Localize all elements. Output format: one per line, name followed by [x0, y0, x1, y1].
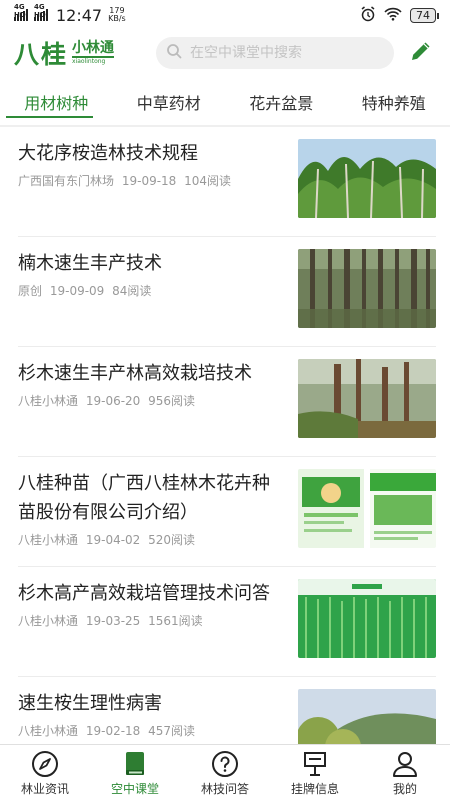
app-header: 八桂 小林通 xiaolintong [0, 30, 450, 76]
question-icon [210, 750, 240, 778]
article-item[interactable]: 楠木速生丰产技术 原创 19-09-09 84阅读 [18, 237, 436, 347]
nav-my-profile[interactable]: 我的 [360, 745, 450, 800]
signboard-icon [300, 750, 330, 778]
app-logo: 八桂 小林通 xiaolintong [14, 35, 154, 71]
article-source: 原创 [18, 284, 43, 298]
article-date: 19-06-20 [85, 394, 141, 408]
article-source: 八桂小林通 [18, 394, 79, 408]
article-date: 19-02-18 [85, 724, 141, 738]
article-thumbnail [298, 359, 436, 438]
article-date: 19-09-18 [121, 174, 177, 188]
article-meta: 八桂小林通 19-06-20 956阅读 [18, 392, 286, 409]
article-item[interactable]: 八桂种苗（广西八桂林木花卉种苗股份有限公司介绍） 八桂小林通 19-04-02 … [18, 457, 436, 567]
search-icon [166, 43, 182, 63]
wifi-icon [384, 7, 402, 24]
nav-label: 林技问答 [200, 782, 249, 796]
tab-timber-species[interactable]: 用材树种 [0, 84, 113, 118]
article-title: 大花序桉造林技术规程 [18, 143, 198, 164]
article-thumbnail [298, 689, 436, 744]
article-title: 楠木速生丰产技术 [18, 253, 162, 274]
article-date: 19-03-25 [85, 614, 141, 628]
article-item[interactable]: 速生桉生理性病害 八桂小林通 19-02-18 457阅读 [18, 677, 436, 744]
user-icon [390, 750, 420, 778]
nav-label: 我的 [392, 782, 417, 796]
article-reads: 457阅读 [148, 724, 196, 738]
nav-air-classroom[interactable]: 空中课堂 [90, 745, 180, 800]
edit-button[interactable] [406, 38, 436, 68]
article-reads: 104阅读 [184, 174, 232, 188]
logo-main-text: 八桂 [14, 40, 69, 69]
article-meta: 广西国有东门林场 19-09-18 104阅读 [18, 172, 286, 189]
search-input[interactable] [190, 45, 380, 61]
article-title: 速生桉生理性病害 [18, 693, 162, 714]
nav-label: 林业资讯 [20, 782, 69, 796]
nav-label: 挂牌信息 [290, 782, 339, 796]
tab-flowers-bonsai[interactable]: 花卉盆景 [225, 84, 338, 118]
bottom-nav: 林业资讯 空中课堂 林技问答 挂牌信息 我的 [0, 744, 450, 800]
article-item[interactable]: 大花序桉造林技术规程 广西国有东门林场 19-09-18 104阅读 [18, 127, 436, 237]
logo-sub: 小林通 xiaolintong [72, 40, 115, 66]
tab-herbal-medicine[interactable]: 中草药材 [113, 84, 226, 118]
category-tabs: 用材树种 中草药材 花卉盆景 特种养殖 [0, 84, 450, 118]
nav-forestry-news[interactable]: 林业资讯 [0, 745, 90, 800]
pencil-icon [409, 39, 433, 67]
article-title: 杉木高产高效栽培管理技术问答 [18, 583, 270, 604]
article-thumbnail [298, 469, 436, 548]
article-meta: 八桂小林通 19-04-02 520阅读 [18, 531, 286, 548]
article-date: 19-04-02 [85, 533, 141, 547]
status-bar: 4G HD 4G HD 12:47 179 KB/s 74 [0, 0, 450, 30]
article-title: 杉木速生丰产林高效栽培技术 [18, 363, 252, 384]
signal-icon-2: 4G HD [34, 3, 48, 21]
signal-icon: 4G HD [14, 3, 28, 21]
nav-listing-info[interactable]: 挂牌信息 [270, 745, 360, 800]
article-reads: 520阅读 [148, 533, 196, 547]
article-date: 19-09-09 [49, 284, 105, 298]
article-item[interactable]: 杉木速生丰产林高效栽培技术 八桂小林通 19-06-20 956阅读 [18, 347, 436, 457]
article-source: 八桂小林通 [18, 724, 79, 738]
article-reads: 84阅读 [112, 284, 152, 298]
article-list: 大花序桉造林技术规程 广西国有东门林场 19-09-18 104阅读 楠木速生丰… [0, 127, 450, 744]
logo-small-text: 小林通 [72, 40, 115, 58]
article-thumbnail [298, 249, 436, 328]
book-icon [120, 750, 150, 778]
article-meta: 八桂小林通 19-02-18 457阅读 [18, 722, 286, 739]
alarm-icon [360, 5, 376, 25]
article-source: 八桂小林通 [18, 614, 79, 628]
speed-unit: KB/s [108, 14, 126, 23]
nav-tech-qa[interactable]: 林技问答 [180, 745, 270, 800]
article-reads: 1561阅读 [148, 614, 203, 628]
article-source: 八桂小林通 [18, 533, 79, 547]
article-source: 广西国有东门林场 [18, 174, 115, 188]
article-title: 八桂种苗（广西八桂林木花卉种苗股份有限公司介绍） [18, 473, 270, 523]
article-reads: 956阅读 [148, 394, 196, 408]
search-bar[interactable] [156, 37, 394, 69]
article-thumbnail [298, 579, 436, 658]
article-meta: 八桂小林通 19-03-25 1561阅读 [18, 612, 286, 629]
battery-indicator: 74 [410, 7, 439, 23]
article-item[interactable]: 杉木高产高效栽培管理技术问答 八桂小林通 19-03-25 1561阅读 [18, 567, 436, 677]
nav-label: 空中课堂 [110, 782, 159, 796]
article-thumbnail [298, 139, 436, 218]
sim2-label: 4G HD [34, 3, 46, 19]
compass-icon [30, 750, 60, 778]
network-speed: 179 KB/s [108, 7, 126, 23]
sim1-label: 4G HD [14, 3, 26, 19]
article-meta: 原创 19-09-09 84阅读 [18, 282, 286, 299]
tab-special-breeding[interactable]: 特种养殖 [338, 84, 450, 118]
logo-en-text: xiaolintong [72, 58, 106, 65]
clock: 12:47 [56, 5, 103, 25]
